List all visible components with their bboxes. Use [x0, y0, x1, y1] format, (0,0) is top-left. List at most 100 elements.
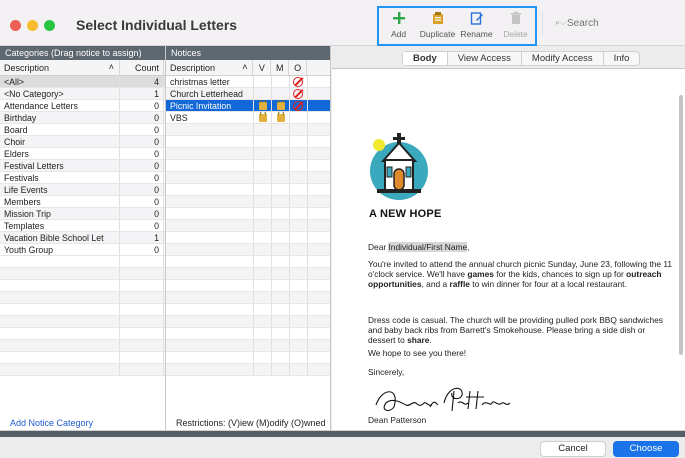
- category-count: 0: [120, 160, 164, 171]
- notice-row[interactable]: Church Letterhead: [166, 88, 330, 100]
- empty-cell: [290, 124, 308, 135]
- col-modify-header[interactable]: M: [271, 60, 290, 75]
- category-row[interactable]: Vacation Bible School Let 1: [0, 232, 165, 244]
- lock-icon: [259, 100, 267, 110]
- empty-cell: [272, 220, 290, 231]
- add-button[interactable]: Add: [379, 11, 418, 44]
- category-row[interactable]: Festivals 0: [0, 172, 165, 184]
- preview-scrollbar[interactable]: [679, 95, 683, 355]
- category-row[interactable]: Members 0: [0, 196, 165, 208]
- empty-row: [166, 148, 330, 160]
- empty-cell: [272, 196, 290, 207]
- letter-closing: Sincerely,: [368, 367, 405, 377]
- bottom-strip: [0, 431, 685, 437]
- title-bar: Select Individual Letters Add Duplicate …: [0, 0, 685, 46]
- empty-cell: [0, 316, 120, 327]
- category-row[interactable]: Life Events 0: [0, 184, 165, 196]
- zoom-window-button[interactable]: [44, 20, 55, 31]
- close-window-button[interactable]: [10, 20, 21, 31]
- empty-row: [0, 268, 165, 280]
- trash-icon: [510, 11, 521, 24]
- empty-cell: [290, 340, 308, 351]
- categories-empty-rows: [0, 256, 165, 376]
- category-row[interactable]: <All> 4: [0, 76, 165, 88]
- search-input[interactable]: [567, 15, 677, 31]
- category-row[interactable]: Festival Letters 0: [0, 160, 165, 172]
- category-label: Board: [0, 124, 120, 135]
- empty-cell: [254, 232, 272, 243]
- empty-cell: [290, 148, 308, 159]
- category-row[interactable]: Elders 0: [0, 148, 165, 160]
- col-description-header[interactable]: Description ˄: [0, 60, 120, 75]
- empty-cell: [120, 280, 164, 291]
- empty-cell: [120, 304, 164, 315]
- p1-text: to win dinner for four at a local restau…: [469, 278, 627, 289]
- tab-info[interactable]: Info: [604, 52, 640, 65]
- category-row[interactable]: Birthday 0: [0, 112, 165, 124]
- category-row[interactable]: Attendance Letters 0: [0, 100, 165, 112]
- empty-cell: [254, 136, 272, 147]
- empty-cell: [254, 208, 272, 219]
- empty-row: [166, 172, 330, 184]
- notice-row-selected[interactable]: Picnic Invitation: [166, 100, 330, 112]
- duplicate-button[interactable]: Duplicate: [418, 11, 457, 44]
- empty-row: [166, 340, 330, 352]
- tab-body[interactable]: Body: [403, 52, 448, 65]
- notice-row[interactable]: VBS: [166, 112, 330, 124]
- restrictions-legend: Restrictions: (V)iew (M)odify (O)wned: [176, 418, 326, 428]
- col-notice-description-header[interactable]: Description ˄: [166, 60, 254, 75]
- empty-cell: [254, 340, 272, 351]
- category-row[interactable]: Youth Group 0: [0, 244, 165, 256]
- category-label: Elders: [0, 148, 120, 159]
- empty-cell: [272, 328, 290, 339]
- tab-view-access[interactable]: View Access: [448, 52, 522, 65]
- col-owned-header[interactable]: O: [289, 60, 308, 75]
- categories-list: <All> 4 <No Category> 1 Attendance Letters 0 B…: [0, 76, 165, 256]
- col-view-header[interactable]: V: [253, 60, 272, 75]
- lock-icon: [259, 112, 267, 122]
- empty-cell: [0, 340, 120, 351]
- category-row[interactable]: Choir 0: [0, 136, 165, 148]
- empty-cell: [272, 184, 290, 195]
- window-title: Select Individual Letters: [76, 17, 238, 33]
- greeting-prefix: Dear: [368, 242, 389, 252]
- categories-header: Categories (Drag notice to assign): [0, 46, 165, 60]
- notices-header: Notices: [166, 46, 330, 60]
- empty-cell: [120, 352, 164, 363]
- category-row[interactable]: <No Category> 1: [0, 88, 165, 100]
- empty-cell: [290, 184, 308, 195]
- rename-button[interactable]: Rename: [457, 11, 496, 44]
- empty-cell: [254, 352, 272, 363]
- add-notice-category-link[interactable]: Add Notice Category: [10, 418, 93, 428]
- category-row[interactable]: Board 0: [0, 124, 165, 136]
- category-row[interactable]: Templates 0: [0, 220, 165, 232]
- empty-cell: [166, 220, 254, 231]
- empty-cell: [272, 148, 290, 159]
- empty-cell: [254, 160, 272, 171]
- category-label: <No Category>: [0, 88, 120, 99]
- empty-row: [166, 304, 330, 316]
- signature-image: [375, 387, 511, 412]
- empty-cell: [290, 268, 308, 279]
- categories-column-headers: Description ˄ Count: [0, 60, 165, 76]
- category-row[interactable]: Mission Trip 0: [0, 208, 165, 220]
- category-count: 0: [120, 124, 164, 135]
- empty-cell: [120, 340, 164, 351]
- empty-cell: [272, 340, 290, 351]
- p1-text: for the kids, chances to sign up for: [493, 268, 627, 279]
- add-label: Add: [390, 29, 407, 39]
- category-label: Attendance Letters: [0, 100, 120, 111]
- empty-cell: [166, 352, 254, 363]
- minimize-window-button[interactable]: [27, 20, 38, 31]
- cancel-button[interactable]: Cancel: [540, 441, 606, 457]
- delete-button[interactable]: Delete: [496, 11, 535, 44]
- col-count-header[interactable]: Count: [120, 60, 164, 75]
- empty-cell: [290, 328, 308, 339]
- notice-row[interactable]: christmas letter: [166, 76, 330, 88]
- empty-row: [0, 328, 165, 340]
- choose-button[interactable]: Choose: [613, 441, 679, 457]
- tab-modify-access[interactable]: Modify Access: [522, 52, 604, 65]
- empty-row: [166, 292, 330, 304]
- empty-cell: [272, 244, 290, 255]
- not-owned-icon: [293, 89, 303, 99]
